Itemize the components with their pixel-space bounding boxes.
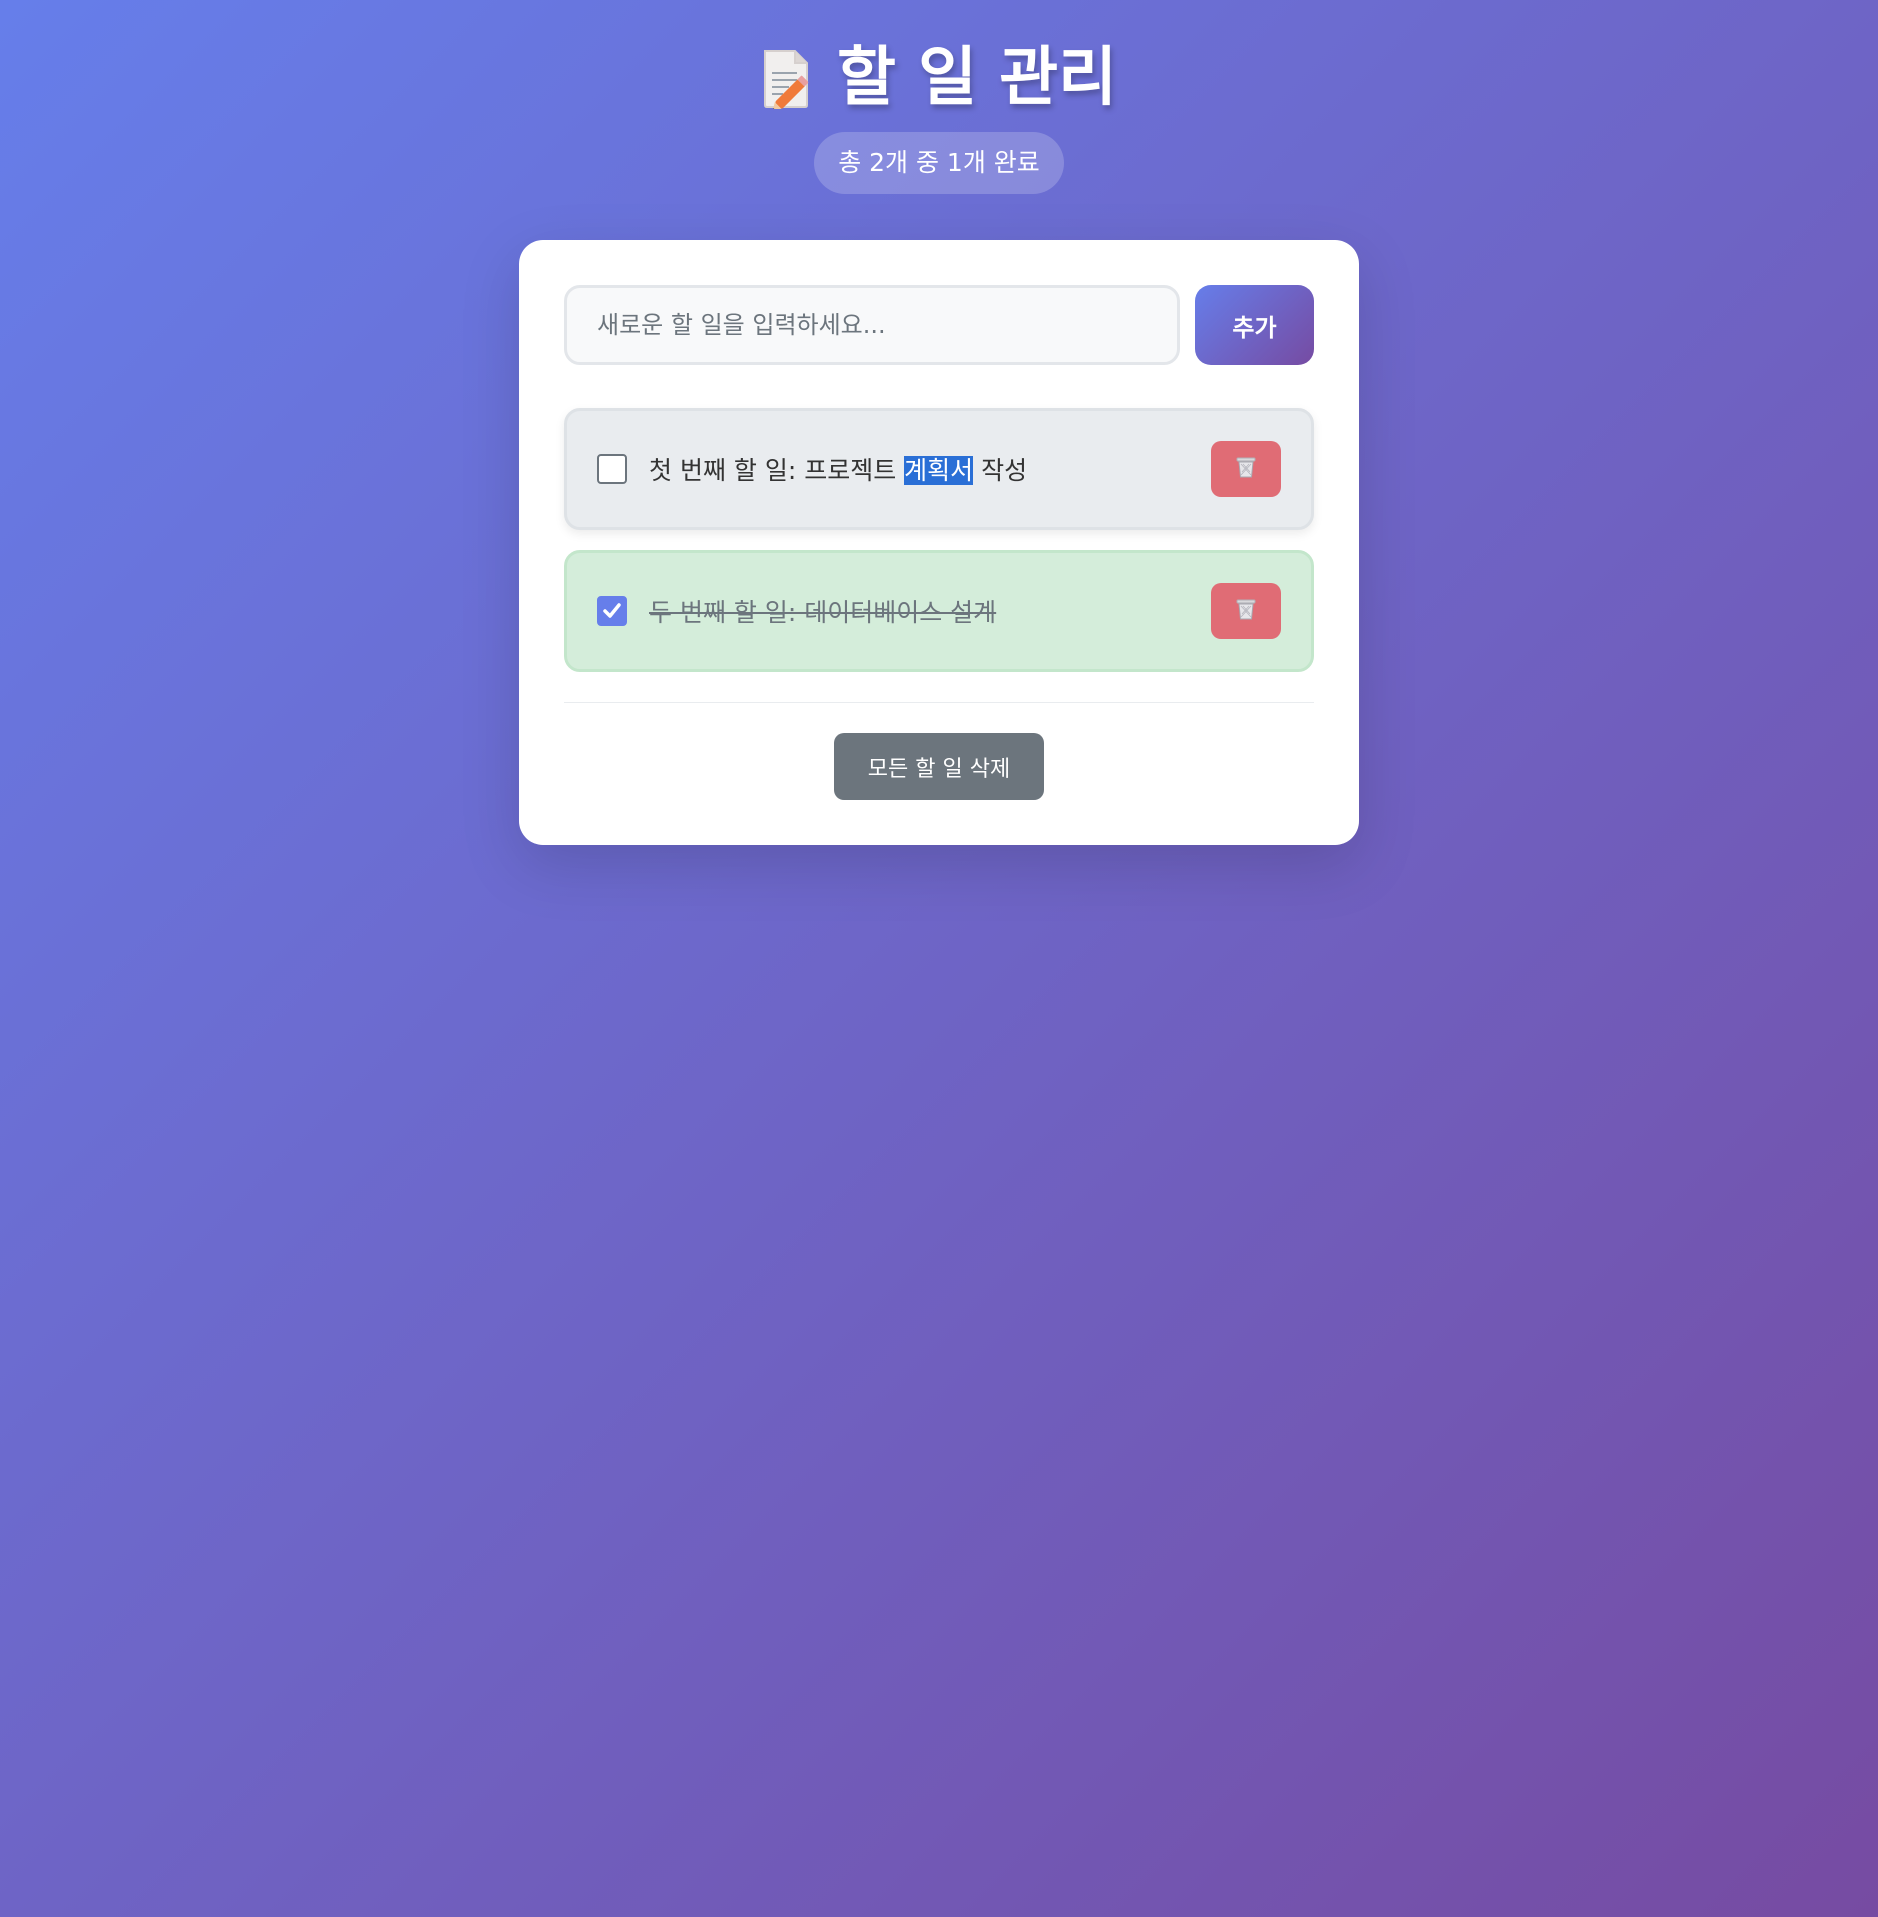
todo-card: 추가 첫 번째 할 일: 프로젝트 계획서 작성 두 번째 할 일: 데이터베이…: [519, 240, 1359, 845]
app-header: 할 일 관리 총 2개 중 1개 완료: [0, 38, 1878, 194]
delete-button[interactable]: [1211, 583, 1281, 639]
todo-checkbox[interactable]: [597, 596, 627, 626]
todo-item: 두 번째 할 일: 데이터베이스 설계: [564, 550, 1314, 672]
trash-icon: [1235, 455, 1257, 483]
delete-button[interactable]: [1211, 441, 1281, 497]
divider: [564, 702, 1314, 703]
todo-text-part: 첫 번째 할 일: 프로젝트: [649, 456, 905, 485]
add-button[interactable]: 추가: [1195, 285, 1314, 365]
selected-text: 계획서: [904, 456, 974, 485]
stats-badge: 총 2개 중 1개 완료: [814, 132, 1064, 194]
todo-text: 두 번째 할 일: 데이터베이스 설계: [649, 598, 997, 627]
trash-icon: [1235, 597, 1257, 625]
todo-text-part: 작성: [973, 456, 1028, 485]
add-todo-form: 추가: [564, 285, 1314, 365]
clear-all-button[interactable]: 모든 할 일 삭제: [834, 733, 1044, 800]
todo-input[interactable]: [564, 285, 1180, 365]
page-title-text: 할 일 관리: [836, 41, 1118, 115]
check-icon: [603, 603, 621, 618]
page-title: 할 일 관리: [761, 38, 1117, 118]
todo-checkbox[interactable]: [597, 454, 627, 484]
todo-item: 첫 번째 할 일: 프로젝트 계획서 작성: [564, 408, 1314, 530]
todo-text: 첫 번째 할 일: 프로젝트 계획서 작성: [649, 451, 1211, 487]
memo-icon: [761, 48, 813, 112]
